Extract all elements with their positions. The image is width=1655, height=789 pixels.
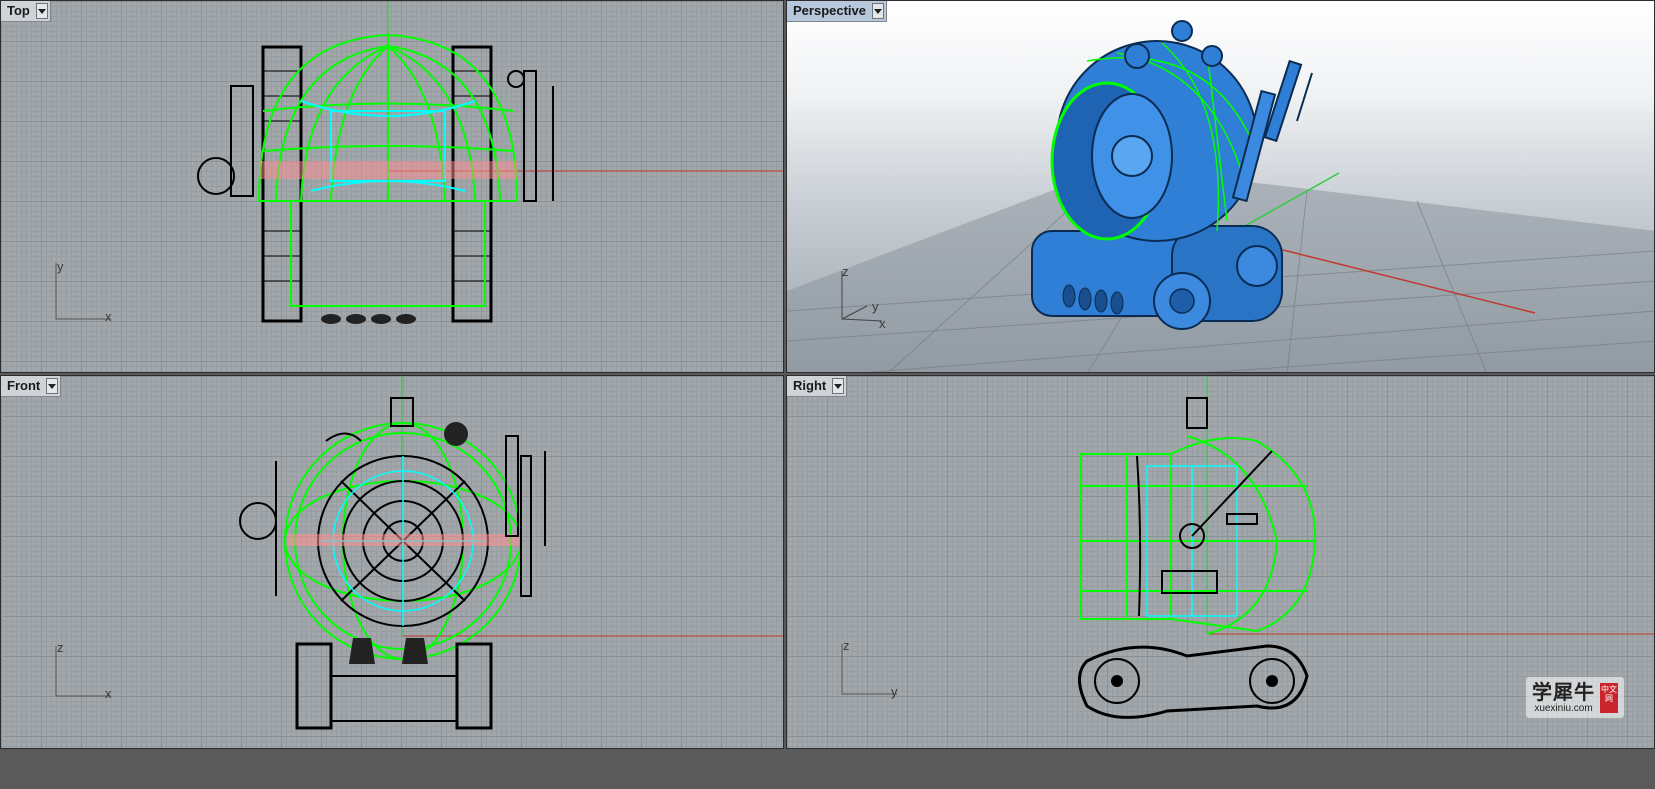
axis-label-h: y [891, 684, 898, 699]
dropdown-arrow-icon[interactable] [46, 378, 59, 394]
viewport-title[interactable]: Right [787, 376, 832, 396]
watermark-logo: 学犀牛 xuexiniu.com 中文网 [1526, 677, 1624, 718]
viewport-title[interactable]: Top [1, 1, 36, 21]
axis-label-v: z [842, 264, 849, 279]
dropdown-arrow-icon[interactable] [872, 3, 884, 19]
viewport-title[interactable]: Front [1, 376, 46, 396]
viewport-tab-perspective[interactable]: Perspective [787, 1, 887, 22]
axis-label-v: y [57, 259, 64, 274]
viewport-right[interactable]: Right z y 学犀牛 xuexiniu.com 中文网 [786, 375, 1655, 749]
viewport-top[interactable]: Top y x [0, 0, 784, 373]
dropdown-arrow-icon[interactable] [35, 3, 48, 19]
watermark-text: 学犀牛 [1532, 680, 1595, 704]
viewport-tab-front[interactable]: Front [1, 376, 62, 397]
top-view-drawing: y x [55, 1, 783, 324]
axis-label-v: z [843, 638, 850, 653]
axis-label-h: x [879, 316, 886, 331]
viewport-tab-right[interactable]: Right [787, 376, 848, 397]
axis-label-h: x [105, 686, 112, 701]
dropdown-arrow-icon[interactable] [832, 378, 845, 394]
axis-label-d: y [872, 299, 879, 314]
viewport-perspective[interactable]: Perspective z y x [786, 0, 1655, 373]
axis-label-h: x [105, 309, 112, 324]
viewport-tab-top[interactable]: Top [1, 1, 51, 22]
watermark-url: xuexiniu.com [1534, 703, 1593, 714]
front-view-drawing: z x [55, 376, 783, 730]
perspective-view-drawing: z y x [787, 20, 1654, 372]
viewport-title[interactable]: Perspective [787, 1, 872, 21]
viewport-front[interactable]: Front z x [0, 375, 784, 749]
watermark-seal: 中文网 [1600, 682, 1618, 713]
right-view-drawing: z y [841, 376, 1654, 719]
axis-label-v: z [57, 640, 64, 655]
